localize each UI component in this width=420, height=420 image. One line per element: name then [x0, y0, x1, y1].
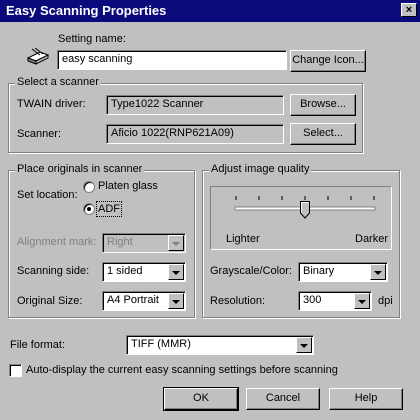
setting-name-input[interactable]: easy scanning: [57, 50, 287, 70]
file-format-select[interactable]: TIFF (MMR): [126, 335, 314, 355]
radio-platen-glass[interactable]: [83, 181, 95, 193]
resolution-label: Resolution:: [210, 295, 266, 307]
alignment-mark-select: Right: [102, 233, 186, 253]
file-format-value: TIFF (MMR): [131, 338, 191, 350]
image-quality-title: Adjust image quality: [209, 163, 312, 175]
chevron-down-icon[interactable]: [168, 264, 184, 280]
adf-label[interactable]: ADF: [96, 201, 122, 217]
autodisplay-label[interactable]: Auto-display the current easy scanning s…: [26, 364, 338, 376]
brightness-slider[interactable]: [232, 194, 378, 224]
brightness-slider-thumb[interactable]: [300, 201, 310, 219]
help-button[interactable]: Help: [329, 388, 403, 410]
chevron-down-icon[interactable]: [354, 293, 370, 309]
chevron-down-icon[interactable]: [296, 337, 312, 353]
close-icon: ×: [405, 4, 413, 16]
grayscale-color-value: Binary: [303, 265, 335, 277]
alignment-mark-label: Alignment mark:: [17, 236, 97, 248]
cancel-button[interactable]: Cancel: [246, 388, 320, 410]
twain-driver-label: TWAIN driver:: [17, 98, 86, 110]
scanning-side-value: 1 sided: [107, 265, 143, 277]
resolution-select[interactable]: 300: [298, 291, 372, 311]
ok-button[interactable]: OK: [163, 387, 239, 411]
chevron-down-icon[interactable]: [370, 264, 386, 280]
close-button[interactable]: ×: [401, 3, 417, 17]
window-title: Easy Scanning Properties: [6, 3, 167, 18]
scanning-side-label: Scanning side:: [17, 265, 90, 277]
alignment-mark-value: Right: [107, 236, 133, 248]
grayscale-color-select[interactable]: Binary: [298, 262, 388, 282]
original-size-select[interactable]: A4 Portrait: [102, 291, 186, 311]
radio-adf[interactable]: [83, 203, 95, 215]
browse-button[interactable]: Browse...: [290, 94, 356, 116]
autodisplay-checkbox[interactable]: [9, 364, 22, 377]
chevron-down-icon[interactable]: [168, 293, 184, 309]
setting-name-label: Setting name:: [58, 33, 126, 45]
original-size-value: A4 Portrait: [107, 294, 159, 306]
lighter-label: Lighter: [226, 233, 260, 245]
grayscale-color-label: Grayscale/Color:: [210, 265, 292, 277]
scanning-side-select[interactable]: 1 sided: [102, 262, 186, 282]
scanner-label: Scanner:: [17, 128, 62, 140]
select-scanner-title: Select a scanner: [15, 76, 101, 88]
change-icon-button[interactable]: Change Icon...: [290, 50, 366, 72]
scanner-icon: [26, 46, 50, 66]
place-originals-title: Place originals in scanner: [15, 163, 145, 175]
original-size-label: Original Size:: [17, 295, 83, 307]
set-location-label: Set location:: [17, 189, 78, 201]
darker-label: Darker: [355, 233, 389, 245]
platen-glass-label[interactable]: Platen glass: [98, 180, 158, 192]
title-bar: Easy Scanning Properties ×: [0, 0, 420, 22]
resolution-value: 300: [303, 294, 322, 306]
resolution-unit: dpi: [378, 295, 393, 307]
scanner-field: Aficio 1022(RNP621A09): [106, 124, 284, 144]
chevron-down-icon: [168, 235, 184, 251]
select-scanner-button[interactable]: Select...: [290, 123, 356, 145]
file-format-label: File format:: [10, 339, 66, 351]
twain-driver-field: Type1022 Scanner: [106, 95, 284, 115]
